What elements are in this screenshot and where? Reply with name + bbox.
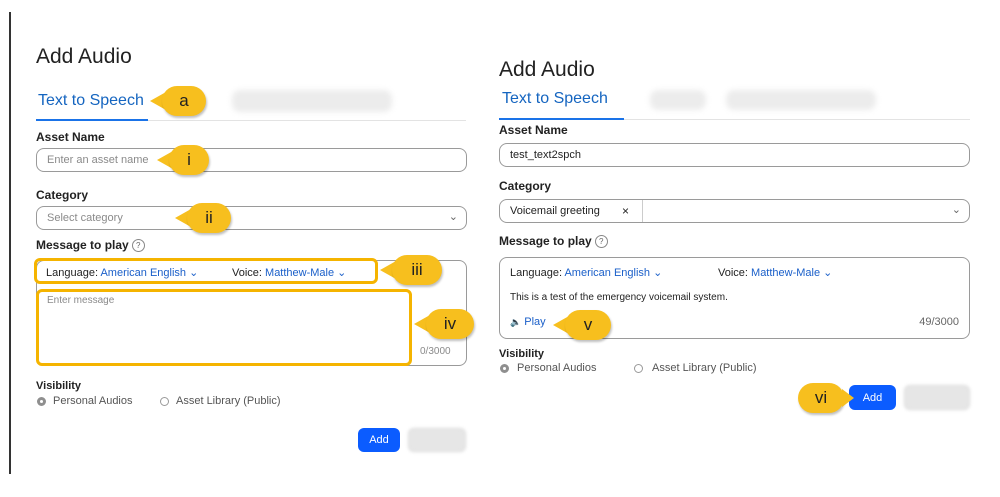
cancel-button[interactable]: [904, 385, 970, 410]
asset-name-input[interactable]: Enter an asset name: [36, 148, 467, 172]
callout-label: iv: [426, 309, 474, 339]
voice-label: Voice:: [718, 267, 748, 279]
callout-iv: iv: [414, 309, 474, 339]
radio-library-label: Asset Library (Public): [652, 362, 757, 374]
tab-active-underline: [499, 118, 624, 120]
tab-active-underline: [36, 119, 148, 121]
voice-label: Voice:: [232, 267, 262, 279]
chevron-down-icon: ⌄: [653, 267, 663, 279]
help-icon[interactable]: ?: [131, 239, 145, 253]
play-label: Play: [524, 316, 546, 328]
voice-value: Matthew-Male: [265, 267, 335, 279]
chevron-down-icon: ⌄: [189, 267, 199, 279]
category-chip-label: Voicemail greeting: [510, 205, 600, 217]
voice-select[interactable]: Voice: Matthew-Male ⌄: [232, 266, 346, 279]
chevron-down-icon: ⌄: [448, 211, 458, 223]
language-value: American English: [564, 267, 651, 279]
language-label: Language:: [46, 267, 98, 279]
callout-i: i: [157, 145, 209, 175]
message-label-text: Message to play: [36, 238, 129, 252]
char-count: 49/3000: [919, 316, 959, 328]
help-icon[interactable]: ?: [594, 235, 608, 249]
divider-line: [9, 12, 11, 474]
language-select[interactable]: Language: American English ⌄: [46, 266, 198, 279]
speaker-icon: 🔈: [510, 317, 522, 327]
radio-asset-library[interactable]: [160, 397, 169, 406]
chevron-down-icon: ⌄: [337, 267, 347, 279]
category-label: Category: [499, 179, 552, 193]
callout-a: a: [150, 86, 206, 116]
tab-text-to-speech[interactable]: Text to Speech: [502, 90, 608, 108]
radio-personal-audios[interactable]: [500, 364, 509, 373]
callout-label: vi: [798, 383, 844, 413]
add-button[interactable]: Add: [358, 428, 400, 452]
category-placeholder: Select category: [47, 212, 123, 224]
radio-personal-label: Personal Audios: [53, 395, 133, 407]
message-placeholder: Enter message: [47, 295, 115, 306]
page-title: Add Audio: [499, 58, 595, 81]
callout-iii: iii: [380, 255, 442, 285]
category-select[interactable]: Voicemail greeting × ⌄: [499, 199, 970, 223]
message-textarea[interactable]: This is a test of the emergency voicemai…: [510, 292, 728, 303]
voice-select[interactable]: Voice: Matthew-Male ⌄: [718, 266, 832, 279]
char-count: 0/3000: [420, 346, 451, 357]
chevron-down-icon: ⌄: [951, 204, 961, 216]
callout-v: v: [553, 310, 611, 340]
chevron-down-icon: ⌄: [823, 267, 833, 279]
voice-value: Matthew-Male: [751, 267, 821, 279]
language-select[interactable]: Language: American English ⌄: [510, 266, 662, 279]
radio-personal-audios[interactable]: [37, 397, 46, 406]
asset-name-label: Asset Name: [36, 130, 105, 144]
cancel-button[interactable]: [408, 428, 466, 452]
message-label-text: Message to play: [499, 234, 592, 248]
callout-label: ii: [187, 203, 231, 233]
message-label: Message to play?: [499, 234, 608, 249]
radio-asset-library[interactable]: [634, 364, 643, 373]
play-button[interactable]: 🔈 Play: [510, 316, 546, 328]
tab-text-to-speech[interactable]: Text to Speech: [38, 92, 144, 110]
callout-pointer: [842, 389, 854, 407]
page-title: Add Audio: [36, 45, 132, 68]
message-textarea[interactable]: Enter message: [36, 289, 412, 366]
message-label: Message to play?: [36, 238, 145, 253]
callout-vi: vi: [798, 383, 854, 413]
radio-personal-label: Personal Audios: [517, 362, 597, 374]
category-label: Category: [36, 188, 89, 202]
tab-blurred[interactable]: [650, 90, 706, 110]
asset-name-value: test_text2spch: [510, 149, 581, 161]
callout-label: i: [169, 145, 209, 175]
chip-close-icon[interactable]: ×: [622, 204, 629, 218]
tab-blurred[interactable]: [726, 90, 876, 110]
callout-label: v: [565, 310, 611, 340]
language-label: Language:: [510, 267, 562, 279]
visibility-label: Visibility: [499, 348, 545, 360]
category-select[interactable]: Select category ⌄: [36, 206, 467, 230]
asset-name-label: Asset Name: [499, 123, 568, 137]
callout-label: a: [162, 86, 206, 116]
tab-blurred[interactable]: [232, 90, 392, 112]
add-button[interactable]: Add: [849, 385, 896, 410]
asset-name-placeholder: Enter an asset name: [47, 154, 149, 166]
visibility-label: Visibility: [36, 380, 82, 392]
asset-name-input[interactable]: test_text2spch: [499, 143, 970, 167]
radio-library-label: Asset Library (Public): [176, 395, 281, 407]
language-value: American English: [100, 267, 187, 279]
callout-label: iii: [392, 255, 442, 285]
callout-ii: ii: [175, 203, 231, 233]
